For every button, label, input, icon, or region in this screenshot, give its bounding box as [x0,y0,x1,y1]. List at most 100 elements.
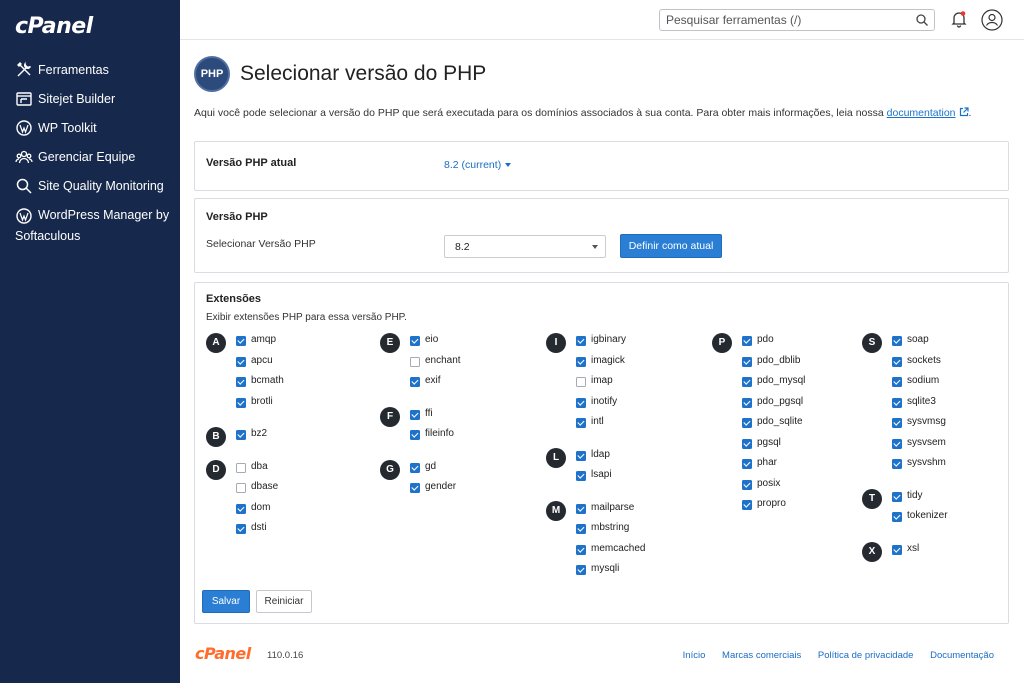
extension-name: soap [907,334,929,345]
group-letter-badge: F [380,406,400,427]
extension-name: inotify [591,395,618,407]
extension-name: lsapi [591,469,612,480]
php-version-heading: Versão PHP [206,211,268,223]
extension-checkbox[interactable] [892,491,902,502]
cpanel-logo[interactable]: cPanel [15,14,93,39]
extensions-panel: Extensões Exibir extensões PHP para essa… [194,282,1009,624]
extension-name: pdo_sqlite [757,416,803,427]
extension-checkbox[interactable] [236,483,246,493]
extensions-subtitle: Exibir extensões PHP para essa versão PH… [206,312,407,323]
extension-checkbox[interactable] [892,544,902,555]
sidebar-item-sitejet[interactable]: Sitejet Builder [0,89,180,118]
extension-name: gender [425,481,457,492]
reset-button[interactable]: Reiniciar [256,590,312,613]
extension-checkbox[interactable] [410,377,420,387]
extension-checkbox[interactable] [742,336,752,346]
group-letter-badge: A [206,333,226,353]
sidebar-item-label: Site Quality Monitoring [38,179,164,193]
extension-name: tidy [907,489,923,501]
extension-checkbox[interactable] [742,479,752,490]
extension-checkbox[interactable] [742,377,752,387]
extension-checkbox[interactable] [576,524,586,534]
extension-checkbox[interactable] [410,430,420,440]
extension-name: bz2 [251,428,268,439]
group-letter-badge: D [206,459,226,480]
extension-checkbox[interactable] [576,356,586,367]
extension-name: posix [757,477,781,489]
set-current-button[interactable]: Definir como atual [620,234,722,258]
extension-checkbox[interactable] [410,409,420,420]
extension-checkbox[interactable] [576,377,586,387]
search-icon[interactable] [915,13,929,27]
sidebar-item-wordpress-manager[interactable]: WordPress Manager by Softaculous [0,205,180,247]
search-input[interactable] [660,10,905,30]
extension-checkbox[interactable] [576,418,586,428]
extension-checkbox[interactable] [410,483,420,493]
extension-name: fileinfo [425,428,454,439]
extension-checkbox[interactable] [742,397,752,408]
extension-name: pgsql [757,436,781,448]
extension-checkbox[interactable] [236,356,246,367]
extension-checkbox[interactable] [576,503,586,514]
sidebar-item-label: WordPress Manager by Softaculous [15,208,170,243]
extension-checkbox[interactable] [576,397,586,408]
extension-checkbox[interactable] [236,462,246,473]
footer-link-inicio[interactable]: Início [683,650,706,661]
extension-name: intl [591,416,604,427]
extension-checkbox[interactable] [410,462,420,473]
sidebar-item-wp-toolkit[interactable]: WP Toolkit [0,118,180,147]
extension-checkbox[interactable] [236,377,246,387]
extension-checkbox[interactable] [892,356,902,367]
extension-checkbox[interactable] [410,356,420,367]
extension-name: dbase [251,481,279,492]
documentation-link[interactable]: documentation [887,107,956,119]
extension-checkbox[interactable] [742,459,752,469]
extension-checkbox[interactable] [236,524,246,534]
extension-checkbox[interactable] [576,336,586,346]
extension-checkbox[interactable] [742,500,752,510]
extension-checkbox[interactable] [410,336,420,346]
extension-checkbox[interactable] [892,438,902,449]
footer-link-marcas[interactable]: Marcas comerciais [722,650,801,661]
extension-checkbox[interactable] [742,418,752,428]
top-bar [180,0,1024,40]
extension-checkbox[interactable] [576,450,586,461]
main-content: PHP Selecionar versão do PHP Aqui você p… [180,40,1024,683]
notification-bell-icon[interactable] [950,10,968,28]
extension-checkbox[interactable] [892,397,902,408]
user-avatar-icon[interactable] [981,9,1003,31]
sidebar-item-ferramentas[interactable]: Ferramentas [0,60,180,89]
current-version-dropdown[interactable]: 8.2 (current) [444,159,512,171]
group-letter-badge: L [546,447,566,468]
extension-checkbox[interactable] [892,418,902,428]
footer-link-privacidade[interactable]: Política de privacidade [818,650,914,661]
group-letter-badge: S [862,333,882,353]
extension-checkbox[interactable] [576,544,586,555]
extension-checkbox[interactable] [892,377,902,387]
extension-checkbox[interactable] [576,565,586,575]
extension-checkbox[interactable] [236,397,246,408]
sidebar-nav: Ferramentas Sitejet Builder WP Toolkit G… [0,60,180,247]
extension-checkbox[interactable] [892,459,902,469]
footer-cpanel-logo[interactable]: cPanel [195,644,251,663]
php-version-select[interactable]: 8.2 [444,235,606,258]
extension-name: pdo_pgsql [757,395,804,407]
group-letter-badge: B [206,427,226,447]
extension-checkbox[interactable] [892,336,902,346]
extension-checkbox[interactable] [892,512,902,522]
extension-checkbox[interactable] [236,503,246,514]
sidebar-item-site-quality[interactable]: Site Quality Monitoring [0,176,180,205]
extension-checkbox[interactable] [236,336,246,346]
extension-name: eio [425,334,439,345]
extension-checkbox[interactable] [236,430,246,440]
sidebar-item-gerenciar-equipe[interactable]: Gerenciar Equipe [0,147,180,176]
group-letter-badge: P [712,333,732,353]
save-button[interactable]: Salvar [202,590,250,613]
extension-checkbox[interactable] [576,471,586,481]
external-link-icon[interactable] [959,107,969,117]
extension-checkbox[interactable] [742,356,752,367]
extension-name: brotli [251,395,273,407]
footer-link-documentacao[interactable]: Documentação [930,650,994,661]
extension-checkbox[interactable] [742,438,752,449]
footer-links: Início Marcas comerciais Política de pri… [669,650,994,661]
